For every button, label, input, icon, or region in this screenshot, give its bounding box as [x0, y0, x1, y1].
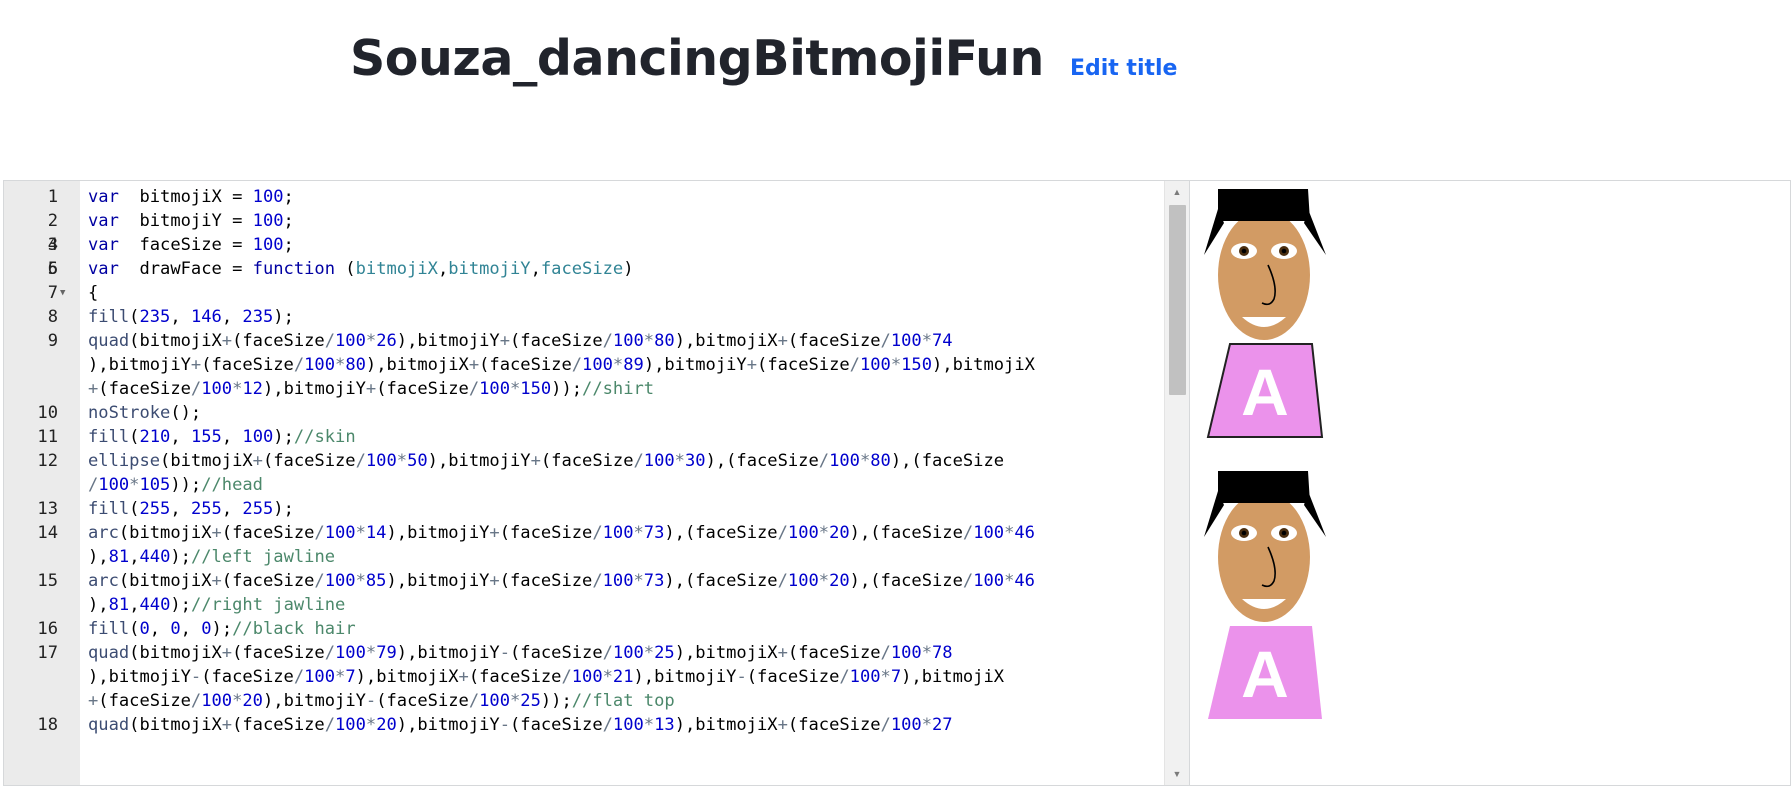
eye-pupil — [1281, 530, 1287, 536]
code-line[interactable]: 17 quad(bitmojiX+(faceSize/100*79),bitmoj… — [37, 641, 1164, 665]
code-line[interactable]: /100*105));//head — [80, 473, 1164, 497]
code-area[interactable]: 1 var bitmojiX = 100; 2 var bitmojiY = 100;… — [37, 181, 1164, 785]
line-text: fill(210, 155, 100);//skin — [88, 427, 356, 447]
eye-pupil — [1241, 248, 1247, 254]
line-text: arc(bitmojiX+(faceSize/100*14),bitmojiY+… — [88, 523, 1035, 543]
eye-pupil — [1281, 248, 1287, 254]
line-number: 6 — [47, 259, 58, 279]
line-text: noStroke(); — [88, 403, 202, 423]
line-text: +(faceSize/100*12),bitmojiY+(faceSize/10… — [88, 379, 655, 399]
code-editor[interactable]: 1 var bitmojiX = 100; 2 var bitmojiY = 100;… — [3, 180, 1189, 786]
code-line[interactable]: 4 var faceSize = 100; — [48, 233, 1164, 257]
code-line[interactable]: 13 fill(255, 255, 255); — [37, 497, 1164, 521]
line-number: 16 — [37, 619, 58, 639]
line-number: 18 — [37, 715, 58, 735]
line-text: /100*105));//head — [88, 475, 263, 495]
shirt-letter: A — [1241, 637, 1289, 711]
code-line[interactable]: +(faceSize/100*20),bitmojiY-(faceSize/10… — [80, 689, 1164, 713]
shirt-letter: A — [1241, 355, 1289, 429]
line-number: 15 — [37, 571, 58, 591]
line-number: 4 — [47, 235, 58, 255]
code-line[interactable]: 1 var bitmojiX = 100; — [48, 185, 1164, 209]
line-text: quad(bitmojiX+(faceSize/100*20),bitmojiY… — [88, 715, 953, 735]
canvas-drawing: A A — [1204, 189, 1326, 719]
editor-scrollbar[interactable]: ▲ ▼ — [1164, 181, 1189, 785]
line-text: fill(235, 146, 235); — [88, 307, 294, 327]
line-number: 7 — [47, 283, 58, 303]
bitmoji-figure: A — [1204, 189, 1326, 438]
line-text: fill(255, 255, 255); — [88, 499, 294, 519]
code-line[interactable]: 16 fill(0, 0, 0);//black hair — [37, 617, 1164, 641]
line-text: var bitmojiX = 100; — [88, 187, 294, 207]
line-text: fill(0, 0, 0);//black hair — [88, 619, 356, 639]
eye-pupil — [1241, 530, 1247, 536]
hair-flat-top — [1218, 471, 1310, 503]
hair-right-side — [1304, 491, 1326, 537]
edit-title-link[interactable]: Edit title — [1070, 56, 1178, 81]
scroll-down-arrow-icon[interactable]: ▼ — [1165, 765, 1189, 783]
bitmoji-figure: A — [1204, 471, 1326, 719]
scroll-up-arrow-icon[interactable]: ▲ — [1165, 183, 1189, 201]
code-line[interactable]: +(faceSize/100*12),bitmojiY+(faceSize/10… — [80, 377, 1164, 401]
line-number: 12 — [37, 451, 58, 471]
line-text: ),81,440);//right jawline — [88, 595, 346, 615]
code-line[interactable]: 7 ▼ { — [48, 281, 1164, 305]
title-bar: Souza_dancingBitmojiFun Edit title — [350, 30, 1177, 102]
line-text: ),bitmojiY+(faceSize/100*80),bitmojiX+(f… — [88, 355, 1035, 375]
line-number: 10 — [37, 403, 58, 423]
code-line[interactable]: ),81,440);//right jawline — [80, 593, 1164, 617]
line-text: var bitmojiY = 100; — [88, 211, 294, 231]
line-text: ellipse(bitmojiX+(faceSize/100*50),bitmo… — [88, 451, 1005, 471]
code-line[interactable]: 6 var drawFace = function (bitmojiX,bitmo… — [48, 257, 1164, 281]
code-line[interactable]: 9 quad(bitmojiX+(faceSize/100*26),bitmoji… — [48, 329, 1164, 353]
line-number: 9 — [47, 331, 58, 351]
output-canvas[interactable]: A A — [1189, 180, 1791, 786]
hair-right-side — [1304, 209, 1326, 255]
line-text: arc(bitmojiX+(faceSize/100*85),bitmojiY+… — [88, 571, 1035, 591]
line-number: 1 — [47, 187, 58, 207]
line-number: 8 — [47, 307, 58, 327]
code-line[interactable]: 12 ellipse(bitmojiX+(faceSize/100*50),bit… — [37, 449, 1164, 473]
line-number: 2 — [47, 211, 58, 231]
code-line[interactable]: 2 var bitmojiY = 100; — [48, 209, 1164, 233]
code-line[interactable]: 10 noStroke(); — [37, 401, 1164, 425]
fold-arrow-icon[interactable]: ▼ — [60, 281, 65, 305]
line-text: { — [88, 283, 99, 303]
line-text: quad(bitmojiX+(faceSize/100*26),bitmojiY… — [88, 331, 953, 351]
line-text: var drawFace = function (bitmojiX,bitmoj… — [88, 259, 634, 279]
line-number: 14 — [37, 523, 58, 543]
hair-flat-top — [1218, 189, 1310, 221]
code-line[interactable]: ),bitmojiY+(faceSize/100*80),bitmojiX+(f… — [80, 353, 1164, 377]
line-text: ),81,440);//left jawline — [88, 547, 336, 567]
page-title: Souza_dancingBitmojiFun — [350, 30, 1044, 87]
line-text: +(faceSize/100*20),bitmojiY-(faceSize/10… — [88, 691, 675, 711]
code-line[interactable]: 8 fill(235, 146, 235); — [48, 305, 1164, 329]
line-number: 13 — [37, 499, 58, 519]
code-line[interactable]: 18 quad(bitmojiX+(faceSize/100*20),bitmoj… — [37, 713, 1164, 737]
line-text: quad(bitmojiX+(faceSize/100*79),bitmojiY… — [88, 643, 953, 663]
code-line[interactable]: 11 fill(210, 155, 100);//skin — [37, 425, 1164, 449]
line-number: 11 — [37, 427, 58, 447]
code-line[interactable]: ),bitmojiY-(faceSize/100*7),bitmojiX+(fa… — [80, 665, 1164, 689]
line-number: 17 — [37, 643, 58, 663]
code-line[interactable]: 15 arc(bitmojiX+(faceSize/100*85),bitmoji… — [37, 569, 1164, 593]
code-line[interactable]: ),81,440);//left jawline — [80, 545, 1164, 569]
scrollbar-thumb[interactable] — [1169, 205, 1186, 395]
line-text: var faceSize = 100; — [88, 235, 294, 255]
code-line[interactable]: 14 arc(bitmojiX+(faceSize/100*14),bitmoji… — [37, 521, 1164, 545]
line-text: ),bitmojiY-(faceSize/100*7),bitmojiX+(fa… — [88, 667, 1005, 687]
